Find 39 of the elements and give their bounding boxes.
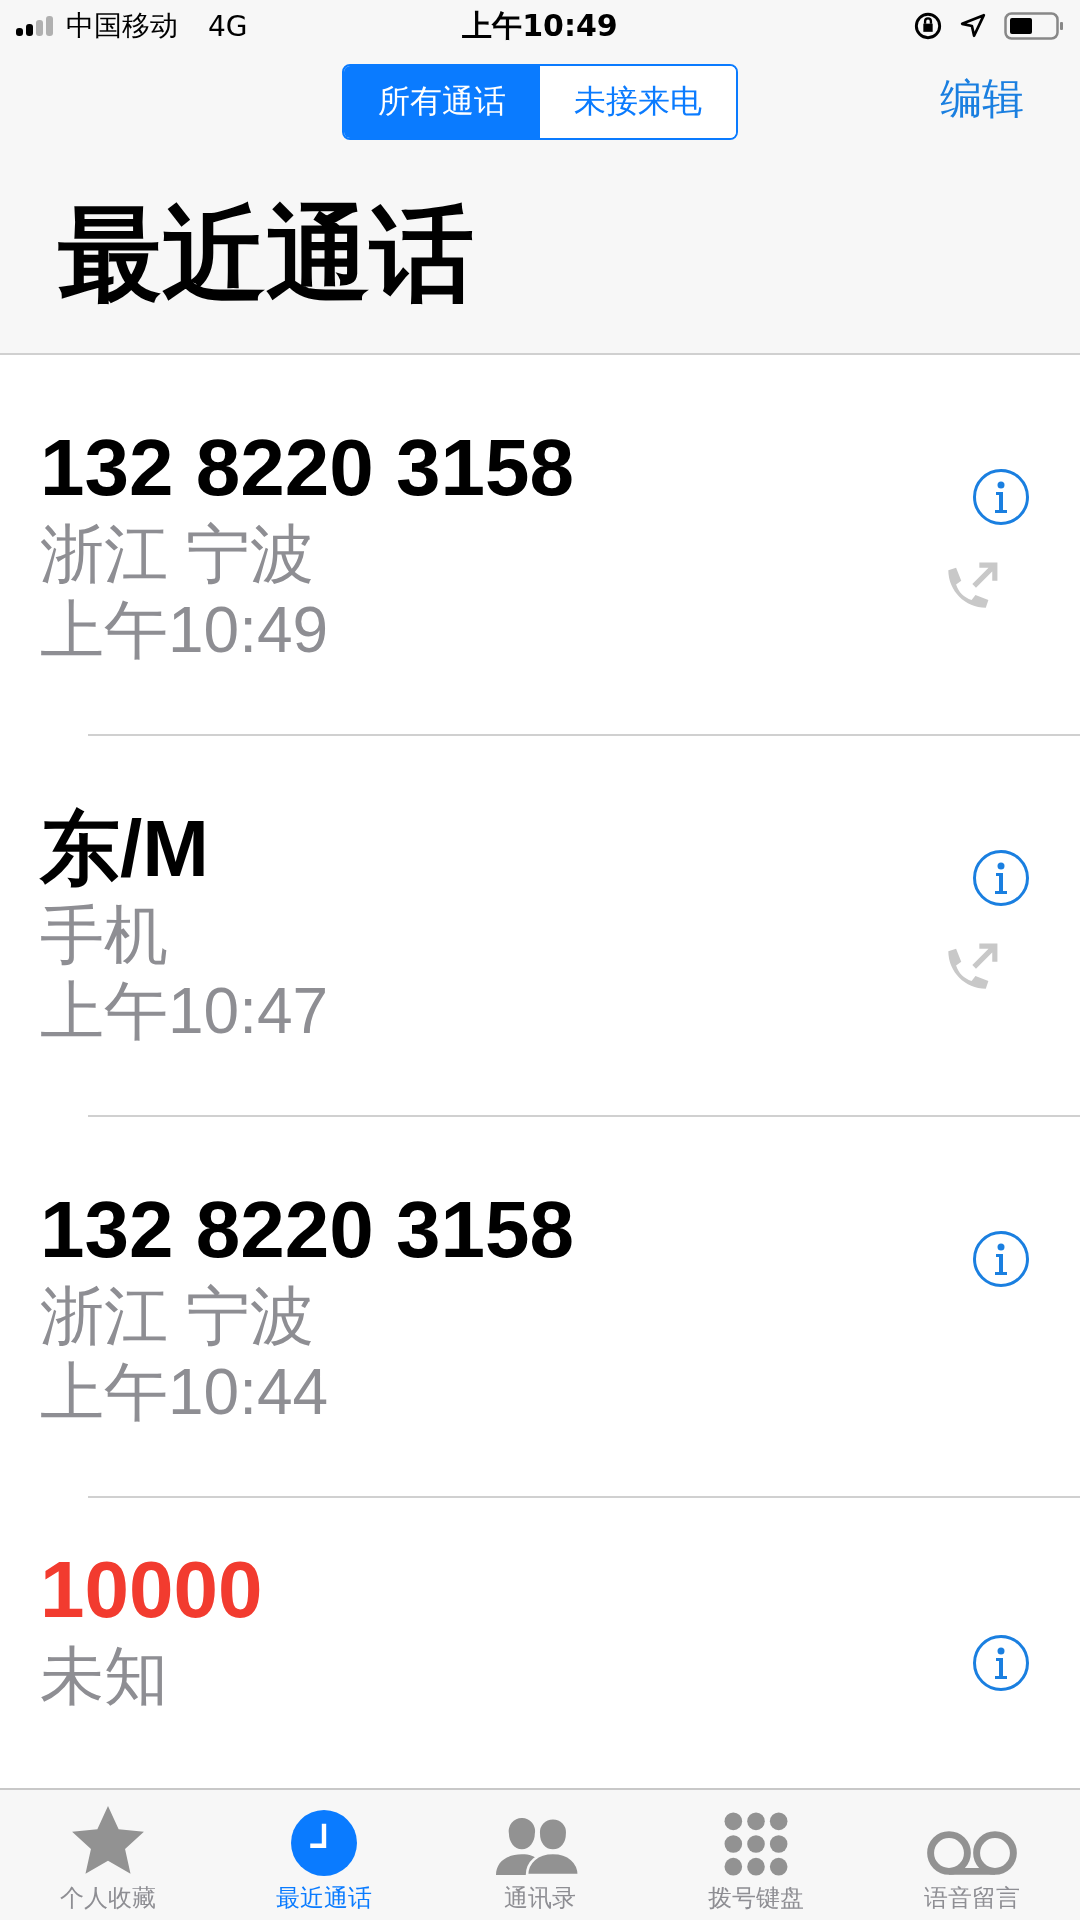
info-icon xyxy=(972,1230,1030,1289)
info-icon xyxy=(972,468,1030,527)
battery-icon xyxy=(1004,12,1064,40)
signal-icon xyxy=(16,16,56,36)
caller-detail: 未知 xyxy=(40,1638,169,1714)
caller-name: 132 8220 3158 xyxy=(40,421,575,514)
network-type: 4G xyxy=(208,9,248,43)
tab-bar-item[interactable]: 最近通话 xyxy=(216,1790,432,1920)
info-button[interactable] xyxy=(972,468,1030,527)
voicemail-icon xyxy=(925,1830,1019,1876)
info-button[interactable] xyxy=(972,1633,1030,1692)
info-button[interactable] xyxy=(972,1230,1030,1289)
caller-name: 东/M xyxy=(40,802,210,895)
segment-tab[interactable]: 所有通话 xyxy=(344,66,540,138)
caller-detail: 浙江 宁波 xyxy=(40,516,315,592)
edit-button[interactable]: 编辑 xyxy=(934,70,1030,128)
caller-detail: 手机 xyxy=(40,897,169,973)
tab-bar-item[interactable]: 拨号键盘 xyxy=(648,1790,864,1920)
caller-name: 132 8220 3158 xyxy=(40,1183,575,1276)
clock-icon xyxy=(291,1810,357,1876)
info-icon xyxy=(972,849,1030,908)
keypad-icon xyxy=(724,1812,788,1876)
tab-bar-item[interactable]: 语音留言 xyxy=(864,1790,1080,1920)
info-icon xyxy=(972,1633,1030,1692)
call-time: 上午10:49 xyxy=(40,593,330,669)
info-button[interactable] xyxy=(972,849,1030,908)
call-time: 上午10:44 xyxy=(40,1355,330,1431)
location-arrow-icon xyxy=(960,13,986,39)
segment-tab[interactable]: 未接来电 xyxy=(540,66,736,138)
tab-bar-item[interactable]: 通讯录 xyxy=(432,1790,648,1920)
call-time: 上午10:47 xyxy=(40,974,330,1050)
status-time: 上午10:49 xyxy=(461,6,619,45)
star-icon xyxy=(71,1806,145,1876)
caller-detail: 浙江 宁波 xyxy=(40,1278,315,1354)
carrier-name: 中国移动 xyxy=(66,8,178,44)
rotation-lock-icon xyxy=(914,12,942,40)
page-title: 最近通话 xyxy=(57,192,475,317)
caller-name: 10000 xyxy=(40,1543,264,1636)
tab-bar-item[interactable]: 个人收藏 xyxy=(0,1790,216,1920)
